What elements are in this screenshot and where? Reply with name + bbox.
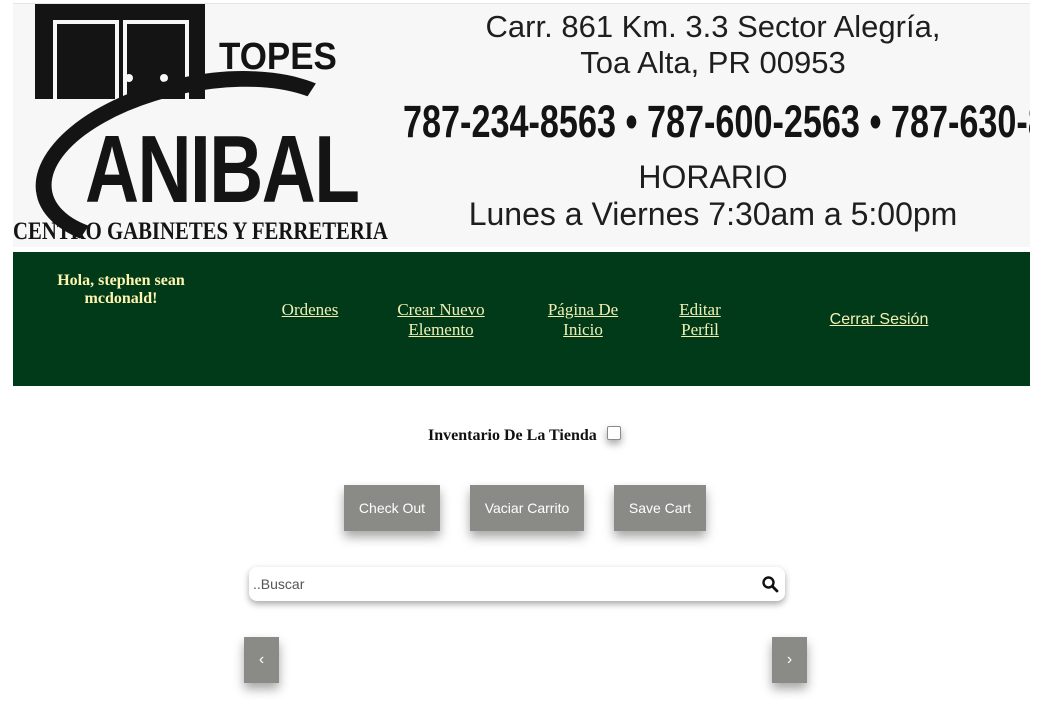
next-page-button[interactable]: ›: [772, 637, 807, 683]
nav-link-orders[interactable]: Ordenes: [275, 300, 345, 320]
header-banner: TOPES ANIBAL CENTRO GABINETES Y FERRETER…: [13, 3, 1030, 247]
nav-link-create-item[interactable]: Crear Nuevo Elemento: [393, 300, 489, 340]
search-input[interactable]: [253, 567, 743, 601]
inventory-checkbox[interactable]: [607, 426, 621, 440]
nav-link-home[interactable]: Página De Inicio: [540, 300, 626, 340]
hours-title: HORARIO: [638, 159, 788, 195]
checkout-button[interactable]: Check Out: [344, 485, 440, 531]
logo-tagline: CENTRO GABINETES Y FERRETERIA: [13, 218, 388, 245]
nav-link-logout[interactable]: Cerrar Sesión: [819, 310, 939, 330]
nav-link-edit-profile[interactable]: Editar Perfil: [670, 300, 730, 340]
prev-page-button[interactable]: ‹: [244, 637, 279, 683]
nav-bar: Hola, stephen sean mcdonald! Ordenes Cre…: [13, 252, 1030, 386]
search-icon[interactable]: [761, 575, 779, 593]
user-greeting: Hola, stephen sean mcdonald!: [57, 272, 185, 307]
hours-text: Lunes a Viernes 7:30am a 5:00pm: [468, 196, 958, 232]
address-line-2: Toa Alta, PR 00953: [580, 45, 846, 80]
logo-brand: TOPES: [219, 36, 337, 78]
save-cart-button[interactable]: Save Cart: [614, 485, 706, 531]
logo-name: ANIBAL: [85, 116, 360, 223]
address-line-1: Carr. 861 Km. 3.3 Sector Alegría,: [485, 9, 941, 44]
phone-numbers: 787-234-8563 • 787-600-2563 • 787-630-87…: [403, 96, 1030, 147]
empty-cart-button[interactable]: Vaciar Carrito: [470, 485, 584, 531]
search-bar: [249, 567, 785, 601]
inventory-label: Inventario De La Tienda: [428, 427, 597, 444]
